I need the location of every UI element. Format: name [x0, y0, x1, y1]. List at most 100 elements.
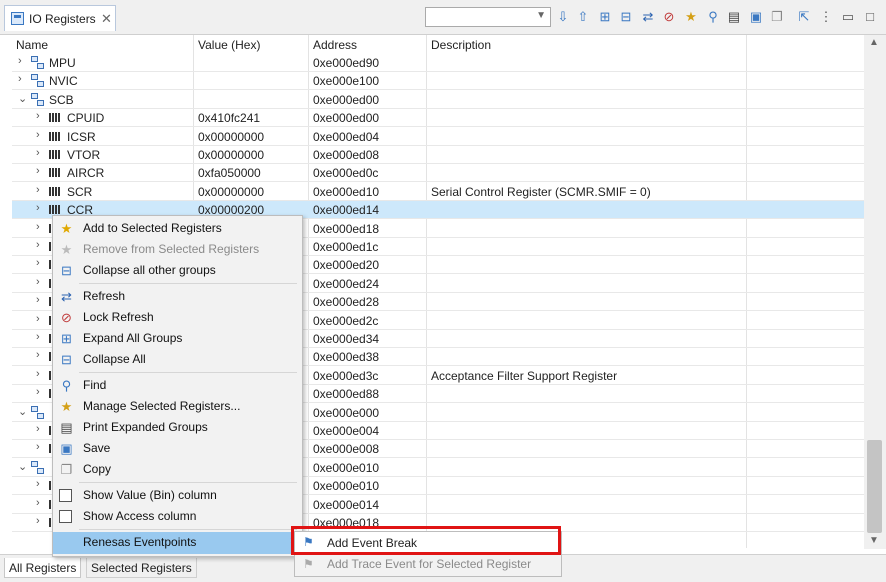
table-row[interactable]: ⌄ SCB 0xe000ed00: [12, 91, 864, 109]
chevron-right-icon[interactable]: ›: [36, 165, 40, 177]
chevron-right-icon[interactable]: ›: [18, 55, 22, 67]
chevron-right-icon[interactable]: ›: [36, 276, 40, 288]
menu-save[interactable]: ▣ Save: [53, 438, 302, 459]
star-add-icon: ★: [60, 221, 73, 236]
chevron-right-icon[interactable]: ›: [36, 349, 40, 361]
column-description[interactable]: Description: [431, 38, 491, 52]
row-address: 0xe000ed00: [313, 92, 380, 107]
table-row[interactable]: › AIRCR 0xfa050000 0xe000ed0c: [12, 164, 864, 183]
chevron-right-icon[interactable]: ›: [36, 110, 40, 122]
menu-separator: [79, 283, 297, 284]
chevron-right-icon[interactable]: ›: [36, 147, 40, 159]
menu-label: Collapse All: [83, 352, 146, 366]
expand-all-icon[interactable]: ⊞: [597, 9, 613, 25]
row-address: 0xe000e000: [313, 405, 380, 420]
chevron-right-icon[interactable]: ›: [36, 184, 40, 196]
menu-manage-selected[interactable]: ★ Manage Selected Registers...: [53, 396, 302, 417]
chevron-right-icon[interactable]: ›: [36, 368, 40, 380]
tab-selected-registers[interactable]: Selected Registers: [86, 558, 197, 578]
lock-refresh-icon[interactable]: ⊘: [661, 9, 677, 25]
arrow-down-icon[interactable]: ⇩: [555, 9, 571, 25]
view-menu-icon[interactable]: ⋮: [818, 9, 834, 25]
chevron-right-icon[interactable]: ›: [36, 239, 40, 251]
save-icon[interactable]: ▣: [748, 9, 764, 25]
column-name[interactable]: Name: [16, 38, 48, 52]
chevron-down-icon[interactable]: ⌄: [18, 405, 27, 418]
chevron-right-icon[interactable]: ›: [36, 294, 40, 306]
chevron-right-icon[interactable]: ›: [36, 257, 40, 269]
register-group-icon: [31, 56, 44, 69]
arrow-up-icon[interactable]: ⇧: [575, 9, 591, 25]
checkbox-icon: [59, 489, 72, 502]
io-registers-tab[interactable]: IO Registers ✕: [4, 5, 116, 31]
register-icon: [49, 205, 62, 215]
register-group-icon: [31, 92, 44, 106]
table-row[interactable]: › SCR 0x00000000 0xe000ed10 Serial Control R…: [12, 183, 864, 201]
menu-add-trace-event[interactable]: ⚑ Add Trace Event for Selected Register: [295, 554, 561, 575]
scroll-up-icon[interactable]: ▲: [869, 37, 879, 48]
chevron-right-icon[interactable]: ›: [36, 515, 40, 527]
export-icon[interactable]: ⇱: [796, 9, 812, 25]
scroll-thumb[interactable]: [867, 440, 882, 533]
scroll-down-icon[interactable]: ▼: [869, 535, 879, 546]
chevron-right-icon[interactable]: ›: [36, 478, 40, 490]
chevron-right-icon[interactable]: ›: [36, 497, 40, 509]
find-icon[interactable]: ⚲: [705, 9, 721, 25]
print-icon[interactable]: ▤: [726, 9, 742, 25]
row-name: NVIC: [49, 74, 78, 89]
vertical-scrollbar[interactable]: ▲ ▼: [864, 35, 886, 549]
tab-all-registers[interactable]: All Registers: [4, 558, 82, 578]
column-address[interactable]: Address: [313, 38, 357, 52]
chevron-right-icon[interactable]: ›: [36, 331, 40, 343]
menu-label: Renesas Eventpoints: [83, 535, 197, 549]
maximize-icon[interactable]: □: [862, 9, 878, 25]
menu-copy[interactable]: ❐ Copy: [53, 459, 302, 480]
menu-refresh[interactable]: ⇄ Refresh: [53, 286, 302, 307]
menu-collapse-other-groups[interactable]: ⊟ Collapse all other groups: [53, 260, 302, 281]
table-row[interactable]: › CPUID 0x410fc241 0xe000ed00: [12, 109, 864, 128]
table-header: Name Value (Hex) Address Description: [0, 35, 864, 54]
row-name: SCB: [49, 92, 74, 107]
manage-icon[interactable]: ★: [683, 9, 699, 25]
chevron-right-icon[interactable]: ›: [36, 202, 40, 214]
menu-lock-refresh[interactable]: ⊘ Lock Refresh: [53, 307, 302, 328]
collapse-all-icon[interactable]: ⊟: [618, 9, 634, 25]
menu-show-access[interactable]: Show Access column: [53, 506, 302, 527]
manage-icon: ★: [60, 399, 73, 414]
chevron-down-icon[interactable]: ⌄: [18, 460, 27, 473]
trace-event-icon: ⚑: [303, 557, 314, 571]
menu-label: Manage Selected Registers...: [83, 399, 241, 413]
menu-print-expanded[interactable]: ▤ Print Expanded Groups: [53, 417, 302, 438]
menu-find[interactable]: ⚲ Find: [53, 375, 302, 396]
row-value: 0x00000000: [198, 129, 265, 144]
menu-show-value-bin[interactable]: Show Value (Bin) column: [53, 485, 302, 506]
column-value[interactable]: Value (Hex): [198, 38, 260, 52]
register-filter-combo[interactable]: ▼: [425, 7, 551, 27]
row-address: 0xe000e100: [313, 74, 380, 89]
table-row[interactable]: › VTOR 0x00000000 0xe000ed08: [12, 146, 864, 164]
collapse-icon: ⊟: [61, 352, 72, 367]
copy-icon[interactable]: ❐: [769, 9, 785, 25]
refresh-icon[interactable]: ⇄: [640, 9, 656, 25]
menu-renesas-eventpoints[interactable]: Renesas Eventpoints ›: [53, 532, 302, 554]
menu-remove-from-selected[interactable]: ★ Remove from Selected Registers: [53, 239, 302, 260]
chevron-right-icon[interactable]: ›: [36, 313, 40, 325]
table-row[interactable]: › ICSR 0x00000000 0xe000ed04: [12, 128, 864, 146]
chevron-right-icon[interactable]: ›: [36, 423, 40, 435]
menu-collapse-all[interactable]: ⊟ Collapse All: [53, 349, 302, 370]
chevron-right-icon[interactable]: ›: [36, 441, 40, 453]
table-row[interactable]: › MPU 0xe000ed90: [12, 54, 864, 72]
chevron-right-icon[interactable]: ›: [18, 73, 22, 85]
chevron-right-icon[interactable]: ›: [36, 221, 40, 233]
close-icon[interactable]: ✕: [101, 11, 112, 27]
chevron-right-icon[interactable]: ›: [36, 386, 40, 398]
table-row[interactable]: › NVIC 0xe000e100: [12, 72, 864, 91]
row-address: 0xe000ed34: [313, 332, 380, 346]
find-icon: ⚲: [61, 378, 72, 393]
menu-expand-all-groups[interactable]: ⊞ Expand All Groups: [53, 328, 302, 349]
menu-add-to-selected[interactable]: ★ Add to Selected Registers: [53, 218, 302, 239]
io-registers-icon: [11, 12, 24, 25]
minimize-icon[interactable]: ▭: [840, 9, 856, 25]
chevron-down-icon[interactable]: ⌄: [18, 92, 27, 105]
chevron-right-icon[interactable]: ›: [36, 129, 40, 141]
